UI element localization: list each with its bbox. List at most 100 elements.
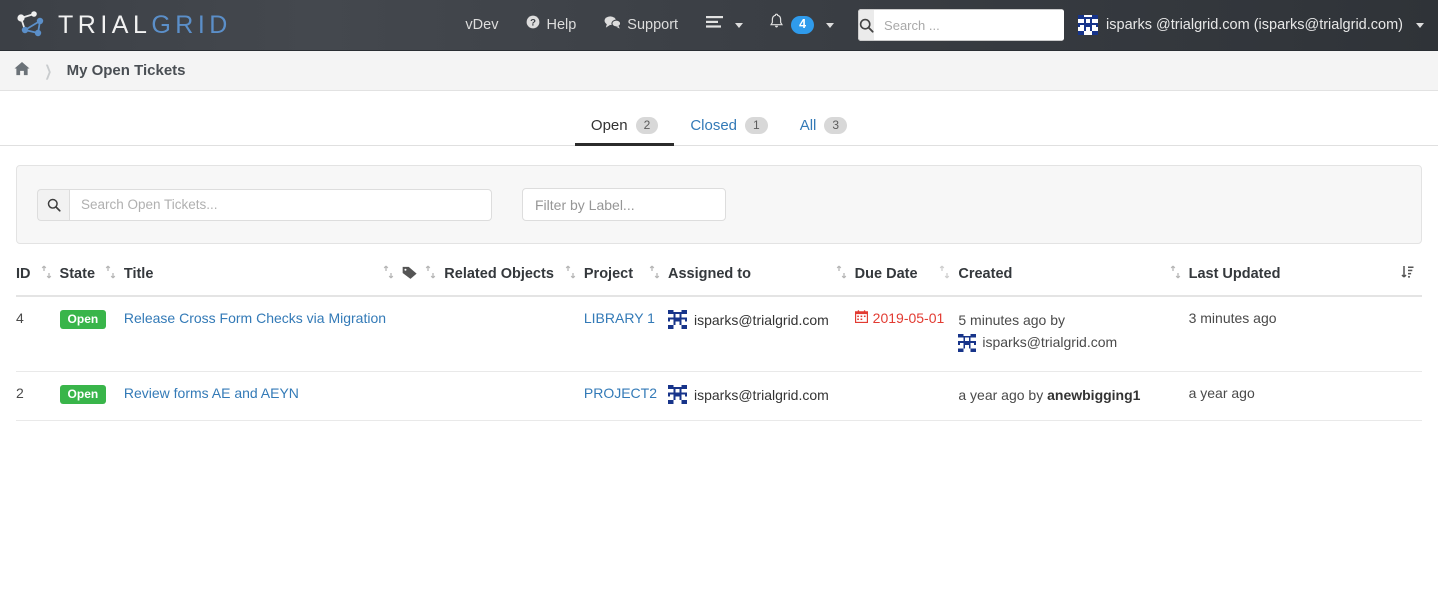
nav-link-help[interactable]: ? Help <box>512 0 590 51</box>
assignee-name: isparks@trialgrid.com <box>694 386 829 403</box>
col-header-title[interactable]: Title <box>123 265 402 297</box>
col-header-assigned-to[interactable]: Assigned to <box>668 265 855 297</box>
table-row[interactable]: 2 Open Review forms AE and AEYN PROJECT2 <box>16 371 1422 421</box>
tab-open[interactable]: Open 2 <box>574 111 675 146</box>
col-header-id-label: ID <box>16 266 31 282</box>
global-search-group <box>858 9 1065 41</box>
col-header-id[interactable]: ID <box>16 265 60 297</box>
col-header-created-label: Created <box>958 266 1013 282</box>
col-header-project-label: Project <box>583 266 634 282</box>
ticket-search-group <box>37 188 492 221</box>
nav-link-help-label: Help <box>546 16 577 33</box>
cell-title: Review forms AE and AEYN <box>123 371 402 421</box>
sort-icon[interactable] <box>649 265 660 283</box>
ticket-search-button[interactable] <box>37 188 69 221</box>
chevron-down-icon <box>826 22 835 28</box>
cell-due-date: 2019-05-01 <box>854 296 959 373</box>
cell-related-objects <box>444 296 584 373</box>
col-header-project[interactable]: Project <box>583 265 668 297</box>
col-header-related-objects[interactable]: Related Objects <box>444 265 584 297</box>
global-search-input[interactable] <box>874 9 1065 41</box>
table-header-row: ID State Title Related Objects Project A… <box>16 265 1422 297</box>
chevron-down-icon <box>1416 22 1424 28</box>
breadcrumb-home-link[interactable] <box>14 61 30 81</box>
sort-icon[interactable] <box>836 265 847 283</box>
sort-icon[interactable] <box>939 265 950 283</box>
chevron-down-icon <box>735 22 744 28</box>
label-filter-input[interactable] <box>522 188 726 221</box>
sort-icon[interactable] <box>383 265 394 283</box>
tab-all[interactable]: All 3 <box>784 111 863 146</box>
notifications-button[interactable]: 4 <box>757 0 844 51</box>
col-header-last-updated-label: Last Updated <box>1188 266 1281 282</box>
ticket-tabs: Open 2 Closed 1 All 3 <box>574 111 863 146</box>
nav-link-support[interactable]: Support <box>590 0 692 51</box>
bell-icon <box>769 0 784 51</box>
ticket-search-input[interactable] <box>69 188 492 221</box>
notification-count-badge: 4 <box>791 16 815 34</box>
col-header-last-updated[interactable]: Last Updated <box>1188 265 1422 297</box>
cell-related-objects <box>444 371 584 421</box>
home-icon <box>14 61 30 81</box>
tags-icon <box>402 266 418 283</box>
nav-link-support-label: Support <box>627 16 679 33</box>
cell-project: PROJECT2 <box>583 371 668 421</box>
col-header-state[interactable]: State <box>59 265 124 297</box>
user-account-label: isparks @trialgrid.com (isparks@trialgri… <box>1106 17 1403 33</box>
comments-icon <box>604 0 622 51</box>
sort-icon[interactable] <box>41 265 52 283</box>
page-title: My Open Tickets <box>66 62 186 79</box>
tickets-table-container: ID State Title Related Objects Project A… <box>16 265 1422 421</box>
tab-closed[interactable]: Closed 1 <box>674 111 783 146</box>
status-badge: Open <box>59 385 107 405</box>
project-link[interactable]: LIBRARY 1 <box>584 310 655 326</box>
sort-icon[interactable] <box>565 265 576 283</box>
sort-desc-icon[interactable] <box>1401 265 1414 283</box>
apps-menu-button[interactable] <box>692 0 757 51</box>
identicon-avatar <box>668 385 687 405</box>
ticket-title-link[interactable]: Release Cross Form Checks via Migration <box>124 310 386 326</box>
created-time: 5 minutes ago by <box>958 312 1065 328</box>
ticket-title-link[interactable]: Review forms AE and AEYN <box>124 385 299 401</box>
col-header-due-date[interactable]: Due Date <box>854 265 959 297</box>
sort-icon[interactable] <box>425 265 436 283</box>
global-search-button[interactable] <box>858 9 875 41</box>
brand-logo-link[interactable]: TRIALGRID <box>0 0 232 50</box>
cell-assigned-to: isparks@trialgrid.com <box>668 371 855 421</box>
breadcrumb-separator: ❯ <box>44 62 53 80</box>
brand-text-part2: GRID <box>151 10 232 39</box>
identicon-avatar <box>958 333 977 352</box>
user-account-menu[interactable]: isparks @trialgrid.com (isparks@trialgri… <box>1072 15 1438 35</box>
cell-state: Open <box>59 296 124 373</box>
cell-created: a year ago by anewbigging1 <box>958 371 1189 421</box>
cell-last-updated: 3 minutes ago <box>1188 296 1422 373</box>
network-graph-logo-icon <box>14 10 48 40</box>
col-header-created[interactable]: Created <box>958 265 1189 297</box>
cell-project: LIBRARY 1 <box>583 296 668 373</box>
sort-icon[interactable] <box>1170 265 1181 283</box>
tab-open-count: 2 <box>635 117 659 134</box>
tab-closed-label: Closed <box>690 117 738 134</box>
nav-link-vdev[interactable]: vDev <box>451 0 512 51</box>
identicon-avatar <box>1078 15 1099 35</box>
col-header-tags[interactable] <box>401 265 445 297</box>
project-link[interactable]: PROJECT2 <box>584 385 657 401</box>
tab-all-label: All <box>799 117 817 134</box>
ticket-tabs-bar: Open 2 Closed 1 All 3 <box>0 91 1438 146</box>
cell-id: 4 <box>16 296 60 373</box>
tickets-table-body: 4 Open Release Cross Form Checks via Mig… <box>16 296 1422 421</box>
col-header-related-objects-label: Related Objects <box>444 266 554 282</box>
table-row[interactable]: 4 Open Release Cross Form Checks via Mig… <box>16 296 1422 373</box>
nav-link-vdev-label: vDev <box>465 16 499 33</box>
sort-icon[interactable] <box>105 265 116 283</box>
due-date-value: 2019-05-01 <box>872 310 945 326</box>
cell-id: 2 <box>16 371 60 421</box>
top-navbar: TRIALGRID vDev ? Help Support 4 Search .… <box>0 0 1438 51</box>
created-time: a year ago by <box>958 387 1044 404</box>
created-by: isparks@trialgrid.com <box>982 333 1118 350</box>
tab-all-count: 3 <box>824 117 848 134</box>
brand-text: TRIALGRID <box>58 11 232 40</box>
search-icon <box>859 18 874 33</box>
cell-assigned-to: isparks@trialgrid.com <box>668 296 855 373</box>
assignee-name: isparks@trialgrid.com <box>694 311 829 328</box>
